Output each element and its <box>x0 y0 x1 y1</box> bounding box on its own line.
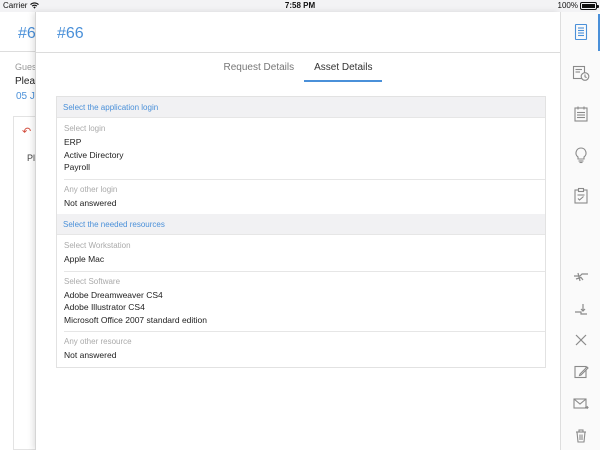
history-icon <box>572 65 590 81</box>
assign-button[interactable] <box>561 263 600 291</box>
reply-icon[interactable]: ↶ <box>22 125 31 138</box>
forward-mail-button[interactable] <box>561 390 600 418</box>
section-heading-needed-resources: Select the needed resources <box>57 214 545 235</box>
field-any-other-resource: Any other resource Not answered <box>57 331 545 367</box>
history-button[interactable] <box>561 59 600 87</box>
field-value: Apple Mac <box>64 254 105 264</box>
trash-icon <box>576 429 586 443</box>
close-icon <box>575 334 587 346</box>
assign-icon <box>574 272 588 282</box>
status-bar: Carrier 7:58 PM 100% <box>0 0 600 12</box>
modal-title: #66 <box>57 25 84 42</box>
pickup-button[interactable] <box>561 295 600 323</box>
field-select-software: Select Software Adobe Dreamweaver CS4 Ad… <box>57 270 545 332</box>
battery-percent: 100% <box>557 1 578 10</box>
modal-header: #66 <box>36 12 560 53</box>
battery-icon <box>580 1 599 10</box>
field-value: ERP <box>64 137 82 147</box>
details-button[interactable] <box>561 18 600 46</box>
calendar-button[interactable] <box>561 100 600 128</box>
asset-details-form: Select the application login Select logi… <box>56 96 546 368</box>
field-select-login: Select login ERP Active Directory Payrol… <box>57 118 545 179</box>
solution-bulb-icon <box>575 147 587 164</box>
close-request-button[interactable] <box>561 326 600 354</box>
field-label: Any other resource <box>64 337 132 346</box>
solution-button[interactable] <box>561 141 600 169</box>
details-icon <box>574 23 588 41</box>
field-value: Not answered <box>64 197 117 208</box>
battery-indicator: 100% <box>557 1 599 10</box>
edit-icon <box>574 365 589 379</box>
field-label: Any other login <box>64 184 118 194</box>
field-label: Select Workstation <box>64 241 131 250</box>
detail-tabs: Request Details Asset Details <box>36 58 560 84</box>
checklist-icon <box>574 187 588 204</box>
field-value: Adobe Dreamweaver CS4 <box>64 289 163 300</box>
tab-request-details[interactable]: Request Details <box>214 58 305 82</box>
section-heading-application-login: Select the application login <box>57 97 545 118</box>
action-toolbar <box>560 12 600 450</box>
field-select-workstation: Select Workstation Apple Mac <box>57 235 545 271</box>
background-card-text: Pl <box>27 153 36 163</box>
field-label: Select Software <box>64 276 121 286</box>
delete-button[interactable] <box>561 422 600 450</box>
field-value: Not answered <box>64 350 117 360</box>
field-value: Adobe Illustrator CS4 <box>64 302 145 312</box>
edit-button[interactable] <box>561 358 600 386</box>
asset-details-modal: #66 Request Details Asset Details Select… <box>35 12 560 450</box>
calendar-icon <box>574 106 588 122</box>
field-value: Microsoft Office 2007 standard edition <box>64 314 208 325</box>
field-value: Active Directory <box>64 149 124 160</box>
field-label: Select login <box>64 124 106 133</box>
forward-mail-icon <box>573 398 589 410</box>
status-time: 7:58 PM <box>284 1 316 10</box>
tab-asset-details[interactable]: Asset Details <box>304 58 383 82</box>
checklist-button[interactable] <box>561 182 600 210</box>
pickup-icon <box>575 304 587 315</box>
field-value: Payroll <box>64 162 90 172</box>
field-any-other-login: Any other login Not answered <box>57 178 545 215</box>
